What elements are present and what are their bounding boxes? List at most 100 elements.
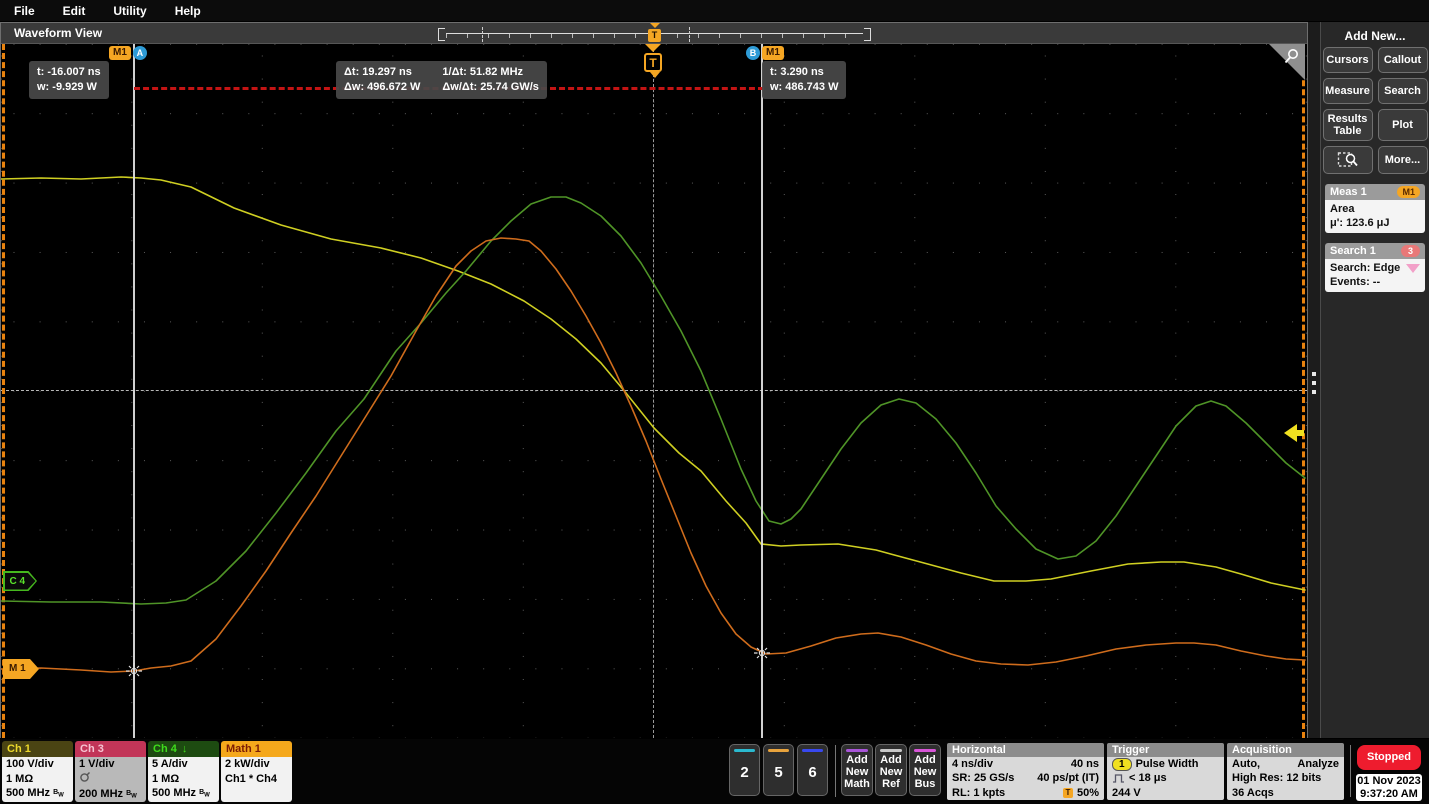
- math1-expression: Ch1 * Ch4: [225, 772, 288, 787]
- ch1-trace[interactable]: [1, 177, 1305, 590]
- ch4-badge[interactable]: Ch 4 ↓ 5 A/div 1 MΩ 500 MHz BW: [148, 741, 219, 802]
- cursor-b-badge[interactable]: B: [746, 46, 760, 60]
- cursor-a-readout[interactable]: t: -16.007 ns w: -9.929 W: [29, 61, 109, 99]
- waveform-plot[interactable]: M1 A B M1 T t: -16.007 ns w: -9.929 W Δt…: [1, 44, 1307, 738]
- trigger-panel-title: Trigger: [1107, 743, 1224, 757]
- ch3-bandwidth: 200 MHz BW: [79, 787, 142, 802]
- delta-t: Δt: 19.297 ns: [344, 65, 420, 80]
- trigger-panel[interactable]: Trigger 1 Pulse Width < 18 μs 244 V: [1107, 743, 1224, 800]
- ch1-label: Ch 1: [7, 743, 31, 755]
- more-button[interactable]: More...: [1378, 146, 1428, 174]
- meas1-title: Meas 1: [1330, 186, 1367, 198]
- zoom-box-button[interactable]: [1323, 146, 1373, 174]
- cursor-b-line[interactable]: [761, 44, 763, 738]
- cursor-b-value: w: 486.743 W: [770, 80, 838, 95]
- ruler-trigger-arrow: [650, 23, 660, 28]
- bottom-divider-2: [1350, 745, 1351, 797]
- ruler-window-left-mark: [482, 27, 483, 42]
- delta-w-over-delta-t: Δw/Δt: 25.74 GW/s: [442, 80, 539, 95]
- menu-utility[interactable]: Utility: [113, 4, 146, 18]
- run-stop-status[interactable]: Stopped: [1357, 745, 1421, 770]
- cursor-a-badges: M1 A: [109, 46, 147, 60]
- cursor-a-time: t: -16.007 ns: [37, 65, 101, 80]
- measure-button[interactable]: Measure: [1323, 78, 1373, 104]
- ch4-trace[interactable]: [1, 197, 1305, 604]
- ruler-trigger-flag[interactable]: T: [648, 29, 661, 42]
- cursor-a-value: w: -9.929 W: [37, 80, 101, 95]
- horizontal-span: 40 ns: [1071, 757, 1099, 771]
- ch5-button[interactable]: 5: [763, 744, 794, 796]
- ch6-button[interactable]: 6: [797, 744, 828, 796]
- trigger-level-arrow[interactable]: [1284, 424, 1304, 442]
- menu-file[interactable]: File: [14, 4, 35, 18]
- ch4-impedance: 1 MΩ: [152, 772, 215, 787]
- ch3-probe-row: [79, 772, 142, 788]
- callout-button[interactable]: Callout: [1378, 47, 1428, 73]
- plot-button[interactable]: Plot: [1378, 109, 1428, 141]
- ch4-arrow-icon: ↓: [182, 743, 188, 755]
- trigger-position-arrow: [645, 44, 661, 52]
- date: 01 Nov 2023: [1356, 775, 1422, 788]
- search-button[interactable]: Search: [1378, 78, 1428, 104]
- acquisition-resolution: High Res: 12 bits: [1232, 771, 1339, 785]
- ch1-bandwidth: 500 MHz BW: [6, 786, 69, 802]
- search-marker-icon: [1406, 264, 1420, 273]
- trigger-source-pill: 1: [1112, 758, 1132, 771]
- time: 9:37:20 AM: [1356, 788, 1422, 801]
- ch3-scale: 1 V/div: [79, 757, 142, 772]
- acquisition-mode: Auto,: [1232, 757, 1260, 771]
- acquisition-panel[interactable]: Acquisition Auto, Analyze High Res: 12 b…: [1227, 743, 1344, 800]
- menu-edit[interactable]: Edit: [63, 4, 86, 18]
- horizontal-position: 50%: [1077, 786, 1099, 800]
- trigger-position-flag[interactable]: T: [644, 53, 662, 72]
- cursor-b-badges: B M1: [746, 46, 784, 60]
- sample-rate: SR: 25 GS/s: [952, 771, 1014, 785]
- ch3-badge[interactable]: Ch 3 1 V/div 200 MHz BW: [75, 741, 146, 802]
- ch1-impedance: 1 MΩ: [6, 772, 69, 787]
- search1-title: Search 1: [1330, 245, 1376, 257]
- waveform-view-title-bar: Waveform View T: [1, 23, 1307, 44]
- magnifier-icon[interactable]: [1281, 47, 1301, 67]
- ch1-badge[interactable]: Ch 1 100 V/div 1 MΩ 500 MHz BW: [2, 741, 73, 802]
- divider-grip-icon[interactable]: [1312, 372, 1316, 394]
- add-new-bus-button[interactable]: Add New Bus: [909, 744, 941, 796]
- inverse-delta-t: 1/Δt: 51.82 MHz: [442, 65, 539, 80]
- trigger-position-icon: T: [1063, 788, 1073, 798]
- cursor-a-source-badge: M1: [109, 46, 131, 60]
- cursor-b-readout[interactable]: t: 3.290 ns w: 486.743 W: [762, 61, 846, 99]
- menu-help[interactable]: Help: [175, 4, 201, 18]
- horizontal-scale: 4 ns/div: [952, 757, 993, 771]
- bottom-bar: Ch 1 100 V/div 1 MΩ 500 MHz BW Ch 3 1 V/…: [0, 739, 1429, 804]
- sample-resolution: 40 ps/pt (IT): [1037, 771, 1099, 785]
- ch2-button[interactable]: 2: [729, 744, 760, 796]
- math1-badge[interactable]: Math 1 2 kW/div Ch1 * Ch4: [221, 741, 292, 802]
- acquisition-analyze: Analyze: [1297, 757, 1339, 771]
- results-table-button[interactable]: Results Table: [1323, 109, 1373, 141]
- cursor-delta-readout[interactable]: Δt: 19.297 ns 1/Δt: 51.82 MHz Δw: 496.67…: [336, 61, 547, 99]
- add-new-ref-button[interactable]: Add New Ref: [875, 744, 907, 796]
- meas1-type: Area: [1330, 202, 1420, 216]
- probe-icon: [79, 772, 90, 783]
- horizontal-panel-title: Horizontal: [947, 743, 1104, 757]
- search1-badge[interactable]: Search 1 3 Search: Edge Events: --: [1325, 243, 1425, 292]
- math1-label: Math 1: [226, 743, 261, 755]
- meas1-value: μ': 123.6 μJ: [1330, 216, 1420, 230]
- search1-events: Events: --: [1330, 275, 1420, 289]
- record-length: RL: 1 kpts: [952, 786, 1005, 800]
- cursors-button[interactable]: Cursors: [1323, 47, 1373, 73]
- ruler-right-bracket: [864, 28, 871, 41]
- bottom-divider-1: [835, 745, 836, 797]
- cursor-b-time: t: 3.290 ns: [770, 65, 838, 80]
- horizontal-panel[interactable]: Horizontal 4 ns/div 40 ns SR: 25 GS/s 40…: [947, 743, 1104, 800]
- horizontal-position-ruler[interactable]: T: [438, 26, 871, 42]
- ch3-label: Ch 3: [80, 743, 104, 755]
- cursor-a-badge[interactable]: A: [133, 46, 147, 60]
- zoom-box-icon: [1337, 150, 1359, 170]
- sidebar-divider[interactable]: [1308, 22, 1321, 738]
- cursor-a-line[interactable]: [133, 44, 135, 738]
- math1-trace[interactable]: [1, 238, 1305, 672]
- add-new-math-button[interactable]: Add New Math: [841, 744, 873, 796]
- datetime-display: 01 Nov 2023 9:37:20 AM: [1356, 774, 1422, 801]
- meas1-badge[interactable]: Meas 1 M1 Area μ': 123.6 μJ: [1325, 184, 1425, 233]
- trigger-level: 244 V: [1112, 786, 1219, 800]
